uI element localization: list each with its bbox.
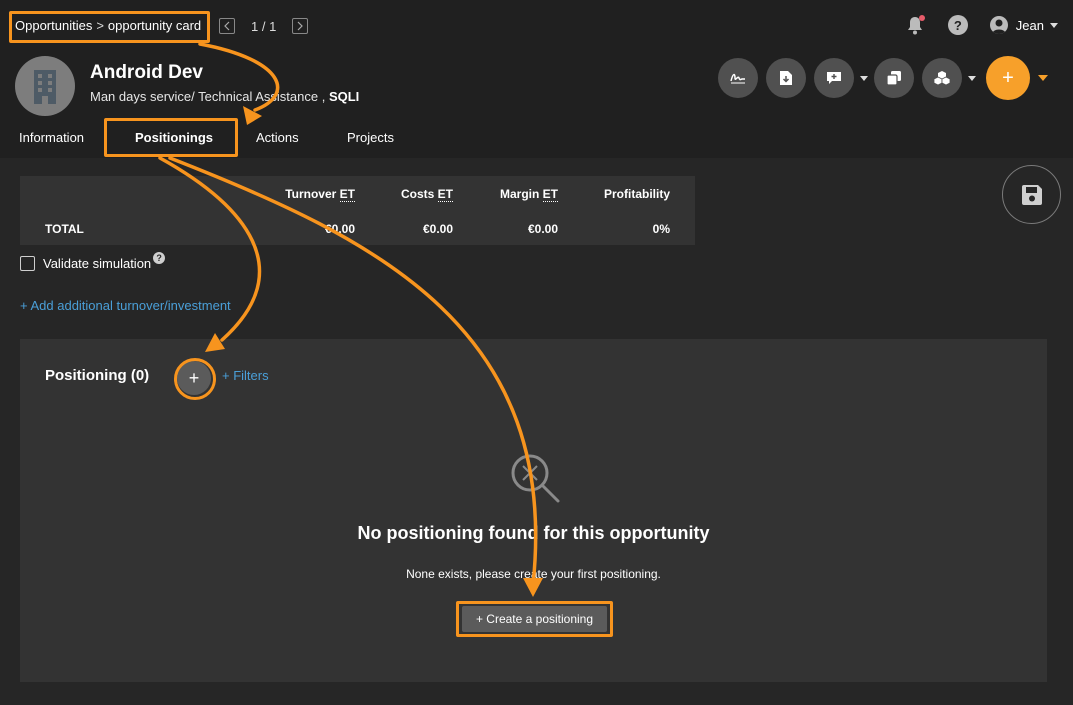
total-turnover: €0.00 [324, 222, 355, 236]
header-costs: Costs ET [400, 187, 453, 202]
record-pager: 1 / 1 [219, 17, 309, 35]
building-icon [34, 70, 56, 104]
top-right-menu: ? Jean [904, 14, 1058, 36]
filters-link[interactable]: + Filters [222, 368, 269, 383]
comment-icon [827, 72, 841, 84]
highlight-add-positioning [174, 358, 216, 400]
breadcrumb-separator: > [96, 18, 104, 33]
add-menu-caret-icon[interactable] [1038, 75, 1048, 81]
company-avatar [15, 56, 75, 116]
sign-button[interactable] [718, 58, 758, 98]
total-margin: €0.00 [527, 222, 558, 236]
header-profitability: Profitability [603, 187, 670, 201]
add-additional-turnover-link[interactable]: + Add additional turnover/investment [20, 298, 231, 313]
opportunity-title: Android Dev [90, 62, 203, 83]
header-turnover: Turnover ET [285, 187, 355, 202]
breadcrumb-current: opportunity card [107, 18, 202, 33]
page-header: Opportunities > opportunity card 1 / 1 ? J… [0, 0, 1073, 158]
positioning-title: Positioning (0) [45, 367, 150, 384]
empty-state-subtitle: None exists, please create your first po… [406, 567, 661, 581]
tab-projects[interactable]: Projects [347, 130, 394, 145]
validate-simulation-label[interactable]: Validate simulation [43, 256, 151, 271]
breadcrumb-opportunities-link[interactable]: Opportunities [15, 18, 92, 33]
resources-menu-caret-icon[interactable] [968, 75, 976, 81]
previous-record-button[interactable] [219, 18, 235, 34]
chevron-left-icon [224, 21, 230, 31]
opportunity-subtitle: Man days service/ Technical Assistance ,… [90, 89, 359, 104]
comment-button[interactable] [814, 58, 854, 98]
validate-simulation: Validate simulation ? [20, 251, 166, 271]
action-toolbar: + [718, 56, 1048, 100]
signature-icon [730, 73, 745, 84]
user-icon [989, 16, 1008, 34]
create-positioning-button[interactable]: + Create a positioning [462, 606, 607, 632]
help-icon[interactable]: ? [947, 15, 968, 35]
tab-positionings[interactable]: Positionings [135, 130, 213, 145]
validate-simulation-checkbox[interactable] [20, 256, 35, 271]
opportunity-type: Man days service/ Technical Assistance , [90, 89, 326, 104]
resources-button[interactable] [922, 58, 962, 98]
notification-dot [918, 15, 925, 21]
document-download-icon [780, 71, 792, 85]
next-record-button[interactable] [292, 18, 309, 34]
download-document-button[interactable] [766, 58, 806, 98]
header-margin: Margin ET [499, 187, 558, 202]
total-label: TOTAL [45, 222, 84, 236]
positioning-panel: Positioning (0) + + Filters No positioni… [20, 339, 1047, 682]
breadcrumb: Opportunities > opportunity card [15, 18, 201, 33]
user-menu[interactable]: Jean [989, 16, 1058, 34]
search-empty-icon [511, 454, 560, 503]
user-name: Jean [1015, 17, 1044, 33]
total-profitability: 0% [652, 222, 670, 236]
empty-state-title: No positioning found for this opportunit… [357, 523, 710, 543]
company-link[interactable]: SQLI [329, 89, 359, 104]
save-icon [1021, 184, 1042, 205]
cubes-icon [933, 71, 951, 86]
caret-down-icon [1050, 22, 1058, 28]
save-button[interactable] [1002, 165, 1061, 224]
chevron-right-icon [297, 21, 304, 31]
comment-menu-caret-icon[interactable] [860, 75, 868, 81]
tab-information[interactable]: Information [19, 130, 84, 145]
notifications-button[interactable] [904, 14, 926, 36]
help-icon[interactable]: ? [153, 251, 166, 264]
record-counter: 1 / 1 [251, 18, 277, 34]
duplicate-icon [886, 71, 901, 86]
tab-actions[interactable]: Actions [256, 130, 299, 145]
totals-table: Turnover ET Costs ET Margin ET Profitabi… [20, 176, 695, 245]
total-costs: €0.00 [422, 222, 453, 236]
duplicate-button[interactable] [874, 58, 914, 98]
add-button[interactable]: + [986, 56, 1030, 100]
